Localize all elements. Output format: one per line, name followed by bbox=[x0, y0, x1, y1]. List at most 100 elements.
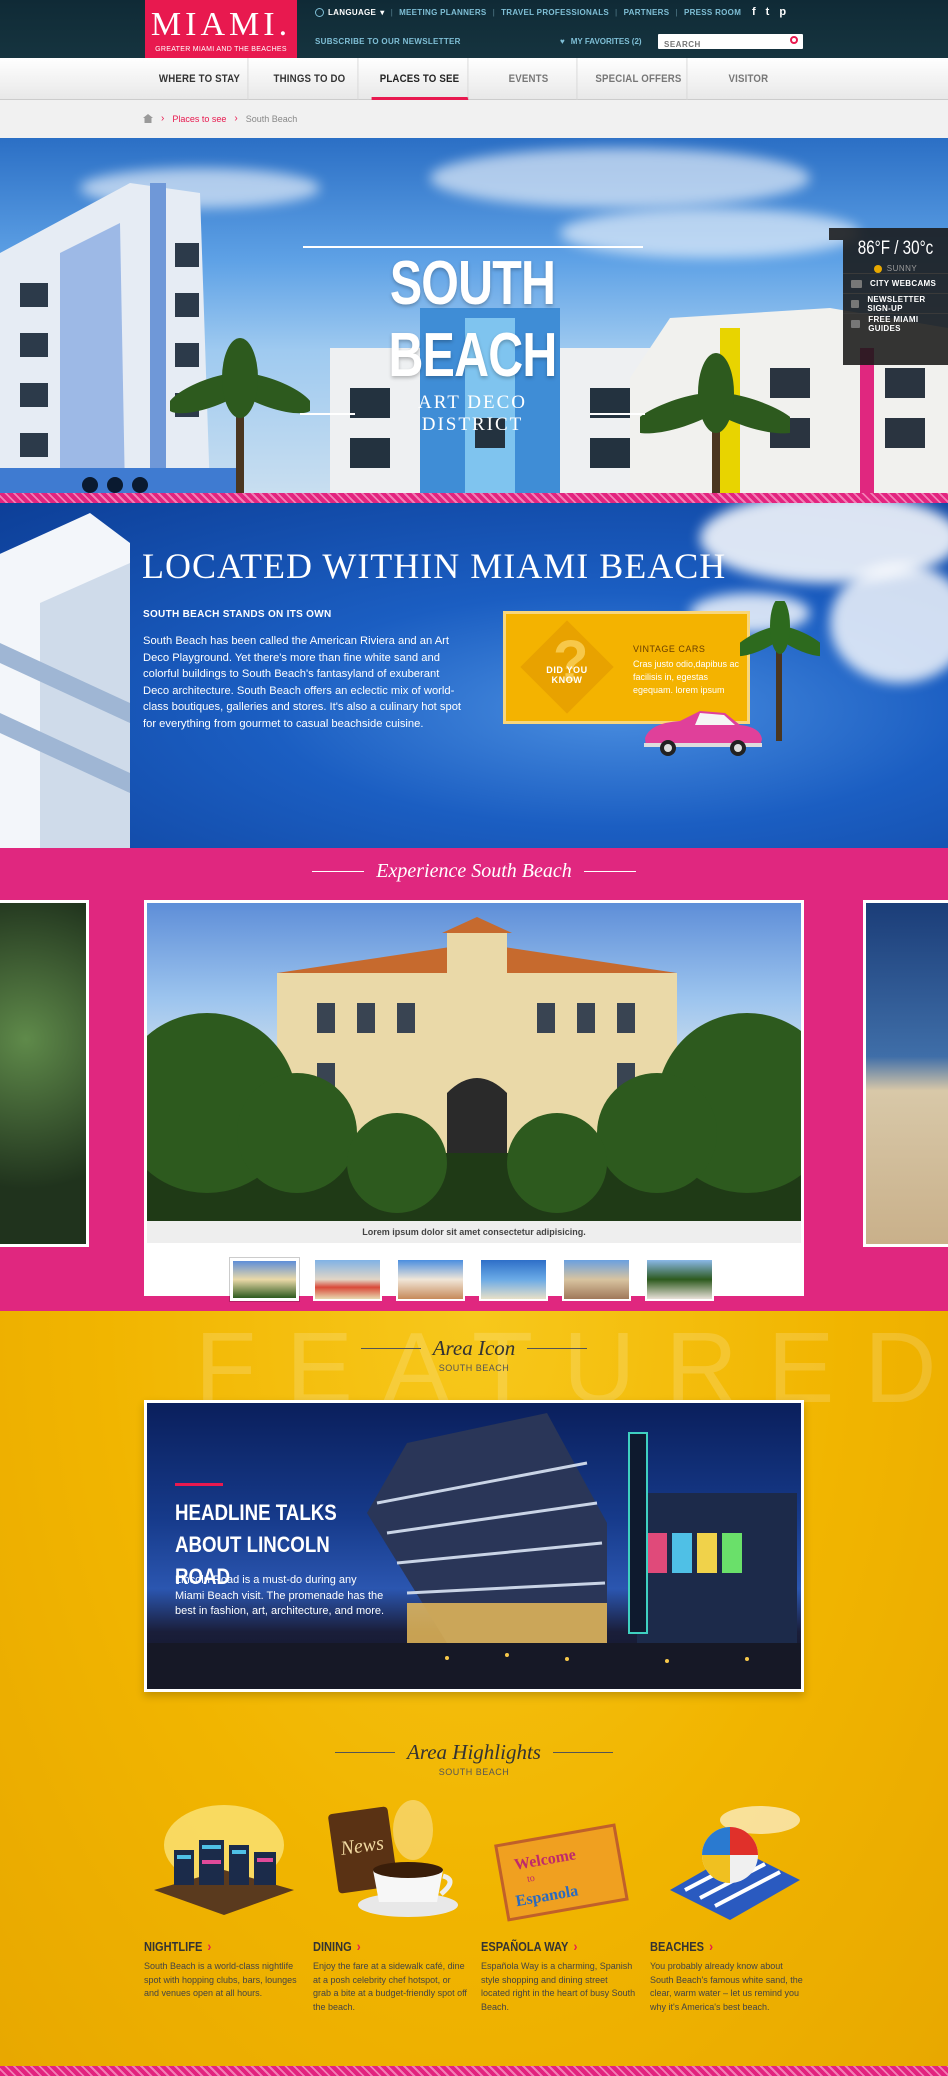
thumbnail[interactable] bbox=[396, 1258, 465, 1301]
espanola-way-body: Española Way is a charming, Spanish styl… bbox=[481, 1961, 636, 2012]
divider bbox=[312, 871, 365, 872]
vintage-car bbox=[644, 711, 762, 756]
search-icon[interactable] bbox=[790, 36, 798, 44]
decorative-border bbox=[0, 2066, 948, 2076]
area-icon-title: Area Icon bbox=[432, 1336, 516, 1360]
did-you-know-title: VINTAGE CARS bbox=[633, 644, 706, 654]
cloud bbox=[430, 148, 810, 208]
espanola-way-sign: Welcome to Espanola bbox=[481, 1790, 641, 1930]
social-links: f t p bbox=[752, 6, 786, 18]
newsletter-signup-label: NEWSLETTER SIGN-UP bbox=[867, 294, 926, 313]
highlight-nightlife[interactable]: NIGHTLIFE › South Beach is a world-class … bbox=[144, 1790, 304, 2001]
palm-tree bbox=[170, 338, 310, 493]
divider: | bbox=[390, 8, 394, 17]
beaches-illustration bbox=[650, 1790, 810, 1930]
divider bbox=[583, 871, 636, 872]
hero-title-block: SOUTH BEACH ART DECO DISTRICT bbox=[300, 246, 645, 436]
breadcrumb: › Places to see › South Beach bbox=[0, 100, 948, 138]
globe-icon bbox=[315, 8, 324, 17]
link-press-room[interactable]: PRESS ROOM bbox=[684, 8, 741, 17]
chevron-right-icon: › bbox=[573, 1938, 578, 1954]
slide-preview-previous[interactable] bbox=[0, 900, 89, 1247]
beaches-title: BEACHES bbox=[650, 1938, 705, 1954]
palm-tree bbox=[640, 353, 790, 493]
thumbnail[interactable] bbox=[479, 1258, 548, 1301]
link-meeting-planners[interactable]: MEETING PLANNERS bbox=[399, 8, 486, 17]
divider bbox=[590, 413, 645, 415]
newsletter-signup-link[interactable]: NEWSLETTER SIGN-UP bbox=[843, 293, 948, 313]
divider: | bbox=[492, 8, 496, 17]
lincoln-road-feature[interactable]: HEADLINE TALKS ABOUT LINCOLN ROAD Lincol… bbox=[144, 1400, 804, 1692]
area-icon-subtitle: SOUTH BEACH bbox=[438, 1363, 510, 1373]
search-input[interactable] bbox=[658, 37, 778, 52]
language-selector[interactable]: LANGUAGE ▾ bbox=[315, 8, 385, 17]
highlights-title: Area Highlights bbox=[407, 1740, 541, 1764]
facebook-icon[interactable]: f bbox=[752, 6, 756, 18]
nav-visitor-resources[interactable]: VISITOR RESOURCES bbox=[701, 58, 797, 127]
slide-preview-next[interactable] bbox=[863, 900, 948, 1247]
divider bbox=[527, 1348, 588, 1349]
chevron-left-icon[interactable]: ‹ bbox=[198, 1269, 204, 1290]
decorative-border bbox=[0, 493, 948, 503]
free-guides-label: FREE MIAMI GUIDES bbox=[868, 314, 919, 333]
thumbnail[interactable] bbox=[313, 1258, 382, 1301]
miami-logo[interactable]: MIAMI. GREATER MIAMI AND THE BEACHES bbox=[145, 0, 297, 58]
did-you-know-body: Cras justo odio,dapibus ac facilisis in,… bbox=[633, 659, 740, 695]
highlights-subtitle: SOUTH BEACH bbox=[438, 1767, 510, 1777]
dining-title: DINING bbox=[313, 1938, 352, 1954]
espanola-way-title: ESPAÑOLA WAY bbox=[481, 1938, 569, 1954]
thumbnail[interactable] bbox=[562, 1258, 631, 1301]
logo-tagline: GREATER MIAMI AND THE BEACHES bbox=[155, 46, 287, 53]
chevron-right-icon: › bbox=[356, 1938, 361, 1954]
slide-caption: Lorem ipsum dolor sit amet consectetur a… bbox=[147, 1221, 801, 1243]
located-body: South Beach has been called the American… bbox=[143, 635, 462, 730]
chevron-right-icon: › bbox=[161, 113, 165, 124]
link-partners[interactable]: PARTNERS bbox=[624, 8, 670, 17]
widget-toggle[interactable] bbox=[829, 228, 843, 240]
slide-current: Lorem ipsum dolor sit amet consectetur a… bbox=[144, 900, 804, 1296]
villa-photo bbox=[147, 903, 801, 1221]
link-travel-professionals[interactable]: TRAVEL PROFESSIONALS bbox=[501, 8, 609, 17]
divider: | bbox=[675, 8, 678, 17]
nav-events[interactable]: EVENTS bbox=[481, 58, 578, 100]
search-box bbox=[658, 34, 803, 52]
favorites-link[interactable]: ♥ MY FAVORITES (2) bbox=[560, 37, 642, 46]
nav-where-to-stay[interactable]: WHERE TO STAY bbox=[152, 58, 249, 100]
nav-things-to-do[interactable]: THINGS TO DO bbox=[261, 58, 359, 100]
city-webcams-link[interactable]: CITY WEBCAMS bbox=[843, 273, 948, 293]
experience-section: Experience South Beach Lorem ipsum dolor bbox=[0, 848, 948, 1311]
thumbnail-strip bbox=[230, 1258, 714, 1301]
nav-special-offers[interactable]: SPECIAL OFFERS bbox=[591, 58, 688, 100]
home-icon[interactable] bbox=[143, 114, 153, 123]
lincoln-body: Lincoln Road is a must-do during any Mia… bbox=[175, 1574, 385, 1617]
thumbnail[interactable] bbox=[645, 1258, 714, 1301]
sun-icon bbox=[873, 264, 882, 273]
lincoln-road-photo: HEADLINE TALKS ABOUT LINCOLN ROAD Lincol… bbox=[147, 1403, 801, 1689]
divider bbox=[552, 1752, 613, 1753]
located-title: LOCATED WITHIN MIAMI BEACH bbox=[142, 546, 727, 586]
breadcrumb-south-beach: South Beach bbox=[245, 113, 298, 124]
divider bbox=[300, 413, 355, 415]
top-bar: MIAMI. GREATER MIAMI AND THE BEACHES LAN… bbox=[0, 0, 948, 58]
breadcrumb-places-to-see[interactable]: Places to see bbox=[172, 114, 226, 124]
language-label: LANGUAGE bbox=[328, 8, 377, 17]
free-guides-link[interactable]: FREE MIAMI GUIDES bbox=[843, 313, 948, 333]
highlight-espanola-way[interactable]: Welcome to Espanola ESPAÑOLA WAY › Españo… bbox=[481, 1790, 641, 2014]
featured-section: FEATURED Area Icon SOUTH BEACH HEADLINE … bbox=[0, 1311, 948, 2066]
twitter-icon[interactable]: t bbox=[766, 6, 770, 18]
highlight-beaches[interactable]: BEACHES › You probably already know about… bbox=[650, 1790, 810, 2014]
hero-title: SOUTH BEACH bbox=[388, 249, 557, 390]
newsletter-link[interactable]: SUBSCRIBE TO OUR NEWSLETTER bbox=[315, 37, 461, 46]
camera-icon bbox=[851, 279, 862, 288]
favorites-label: MY FAVORITES (2) bbox=[570, 37, 642, 46]
divider: | bbox=[615, 8, 618, 17]
city-webcams-label: CITY WEBCAMS bbox=[870, 279, 937, 288]
chevron-right-icon[interactable]: › bbox=[738, 1269, 744, 1290]
chevron-right-icon: › bbox=[207, 1938, 212, 1954]
thumbnail[interactable] bbox=[230, 1258, 299, 1301]
dining-body: Enjoy the fare at a sidewalk café, dine … bbox=[313, 1961, 467, 2012]
nav-places-to-see[interactable]: PLACES TO SEE bbox=[371, 58, 468, 100]
nightlife-title: NIGHTLIFE bbox=[144, 1938, 203, 1954]
pinterest-icon[interactable]: p bbox=[779, 6, 786, 18]
highlight-dining[interactable]: News DINING › Enjoy the fare at a sidewal… bbox=[313, 1790, 473, 2014]
